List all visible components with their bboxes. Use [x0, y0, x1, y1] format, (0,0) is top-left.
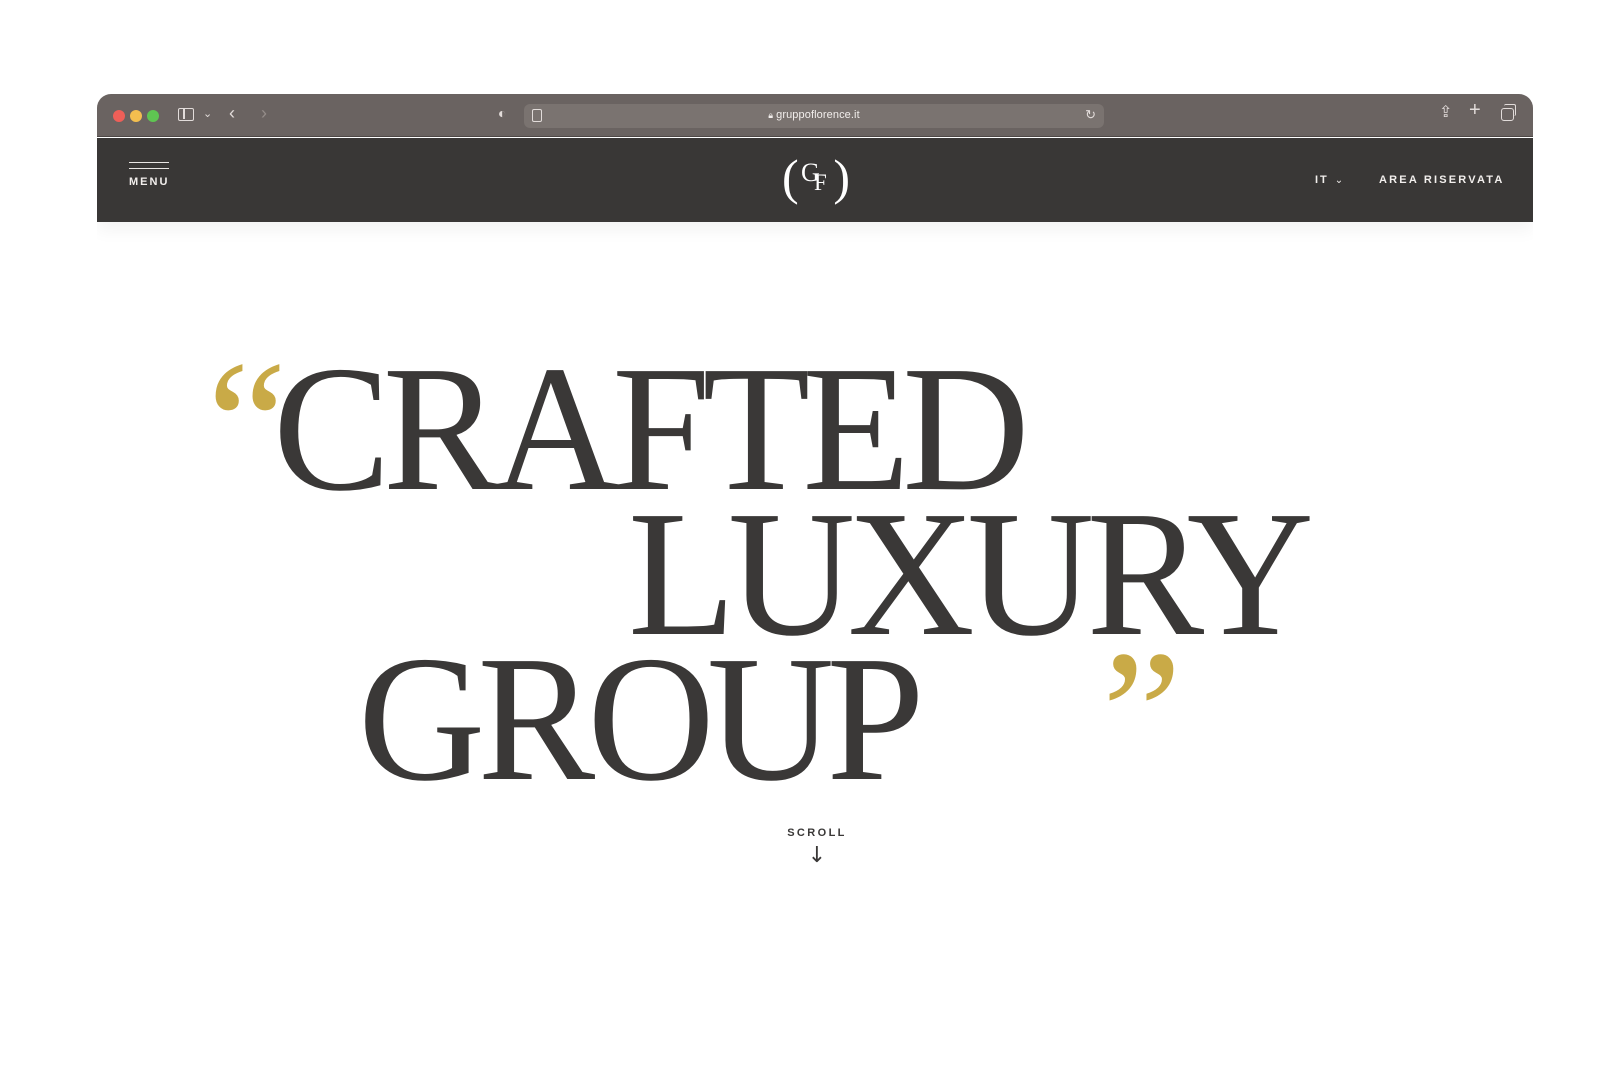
logo-paren-left: ( [782, 149, 799, 205]
chevron-right-icon[interactable]: › [261, 104, 267, 122]
browser-window: ⌄ ‹ › ◐ 🔒︎ gruppoflorence.it ↻ ⇪ + MENU (… [97, 94, 1533, 1080]
browser-toolbar: ⌄ ‹ › ◐ 🔒︎ gruppoflorence.it ↻ ⇪ + [97, 94, 1533, 137]
close-window-button[interactable] [113, 110, 125, 122]
arrow-down-icon: ↓ [807, 843, 827, 868]
chevron-left-icon[interactable]: ‹ [229, 104, 235, 122]
language-label: IT [1315, 174, 1329, 186]
lock-icon: 🔒︎ [768, 110, 774, 120]
chevron-down-icon: ⌄ [1334, 175, 1346, 186]
scroll-label: SCROLL [787, 827, 847, 839]
language-selector[interactable]: IT ⌄ [1315, 174, 1345, 186]
hamburger-icon [129, 162, 169, 163]
address-bar[interactable]: 🔒︎ gruppoflorence.it ↻ [524, 104, 1104, 128]
menu-label: MENU [129, 176, 170, 188]
shield-icon[interactable]: ◐ [498, 106, 506, 121]
tabs-overview-icon[interactable] [1501, 104, 1516, 121]
hero-line-3: GROUP [358, 619, 925, 818]
scroll-indicator[interactable]: SCROLL ↓ [757, 827, 877, 867]
reserved-area-link[interactable]: AREA RISERVATA [1379, 174, 1505, 186]
close-quote-mark: ” [1102, 614, 1182, 813]
maximize-window-button[interactable] [147, 110, 159, 122]
chevron-down-icon[interactable]: ⌄ [203, 107, 212, 122]
minimize-window-button[interactable] [130, 110, 142, 122]
site-header: MENU ( G F ) IT ⌄ AREA RISERVATA [97, 138, 1533, 222]
plus-icon[interactable]: + [1469, 100, 1481, 120]
reload-icon[interactable]: ↻ [1085, 107, 1096, 123]
url-display[interactable]: 🔒︎ gruppoflorence.it [524, 109, 1104, 121]
logo[interactable]: ( G F ) [782, 150, 850, 210]
hamburger-icon-line [129, 168, 169, 169]
url-text: gruppoflorence.it [776, 109, 860, 121]
logo-letter-f: F [814, 170, 827, 195]
menu-button[interactable]: MENU [129, 162, 171, 194]
logo-paren-right: ) [833, 149, 850, 205]
sidebar-icon[interactable] [178, 108, 194, 121]
share-icon[interactable]: ⇪ [1439, 105, 1452, 121]
